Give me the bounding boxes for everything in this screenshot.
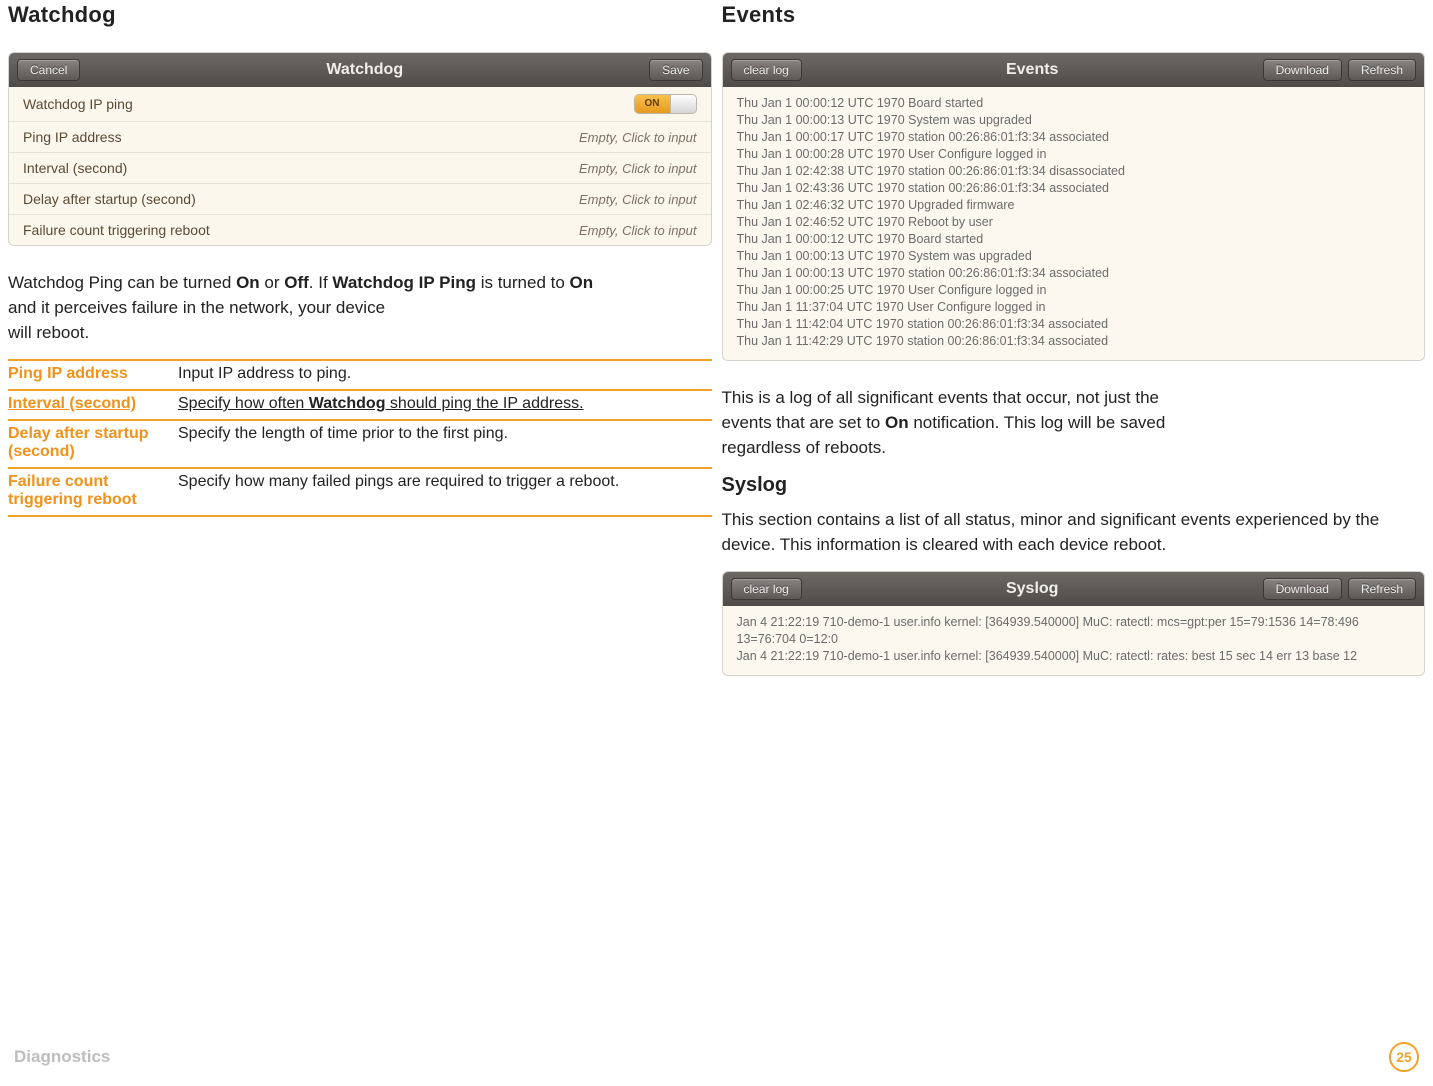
log-line: Thu Jan 1 02:43:36 UTC 1970 station 00:2… <box>737 180 1411 197</box>
description-value: Specify the length of time prior to the … <box>178 425 712 443</box>
syslog-description: This section contains a list of all stat… <box>722 507 1426 557</box>
setting-label: Ping IP address <box>23 129 122 145</box>
log-line: Thu Jan 1 02:46:52 UTC 1970 Reboot by us… <box>737 214 1411 231</box>
watchdog-field-table: Ping IP addressInput IP address to ping.… <box>8 359 712 517</box>
log-line: Thu Jan 1 00:00:25 UTC 1970 User Configu… <box>737 282 1411 299</box>
log-line: Jan 4 21:22:19 710-demo-1 user.info kern… <box>737 648 1411 665</box>
log-line: Thu Jan 1 00:00:13 UTC 1970 station 00:2… <box>737 265 1411 282</box>
download-button[interactable]: Download <box>1263 59 1342 81</box>
log-line: Jan 4 21:22:19 710-demo-1 user.info kern… <box>737 614 1411 648</box>
syslog-log: Jan 4 21:22:19 710-demo-1 user.info kern… <box>723 606 1425 675</box>
log-line: Thu Jan 1 00:00:13 UTC 1970 System was u… <box>737 248 1411 265</box>
setting-label: Delay after startup (second) <box>23 191 196 207</box>
panel-title-syslog: Syslog <box>802 580 1263 598</box>
refresh-button[interactable]: Refresh <box>1348 59 1416 81</box>
watchdog-panel: Cancel Watchdog Save Watchdog IP ping ON P… <box>8 52 712 246</box>
description-value: Input IP address to ping. <box>178 365 712 383</box>
setting-value[interactable]: Empty, Click to input <box>579 161 697 176</box>
page-number: 25 <box>1389 1042 1419 1072</box>
save-button[interactable]: Save <box>649 59 702 81</box>
log-line: Thu Jan 1 11:37:04 UTC 1970 User Configu… <box>737 299 1411 316</box>
panel-title-events: Events <box>802 61 1263 79</box>
description-key: Failure count triggering reboot <box>8 473 178 509</box>
panel-title-watchdog: Watchdog <box>80 61 649 79</box>
description-row: Interval (second)Specify how often Watch… <box>8 389 712 419</box>
log-line: Thu Jan 1 00:00:17 UTC 1970 station 00:2… <box>737 129 1411 146</box>
syslog-panel: clear log Syslog Download Refresh Jan 4 … <box>722 571 1426 676</box>
log-line: Thu Jan 1 11:42:29 UTC 1970 station 00:2… <box>737 333 1411 350</box>
events-panel: clear log Events Download Refresh Thu Ja… <box>722 52 1426 361</box>
clear-log-button[interactable]: clear log <box>731 59 802 81</box>
syslog-heading: Syslog <box>722 474 1426 497</box>
log-line: Thu Jan 1 02:42:38 UTC 1970 station 00:2… <box>737 163 1411 180</box>
log-line: Thu Jan 1 00:00:12 UTC 1970 Board starte… <box>737 95 1411 112</box>
footer-section: Diagnostics <box>14 1047 110 1067</box>
watchdog-setting-row[interactable]: Ping IP address Empty, Click to input <box>9 121 711 152</box>
events-heading: Events <box>722 2 1426 28</box>
log-line: Thu Jan 1 00:00:13 UTC 1970 System was u… <box>737 112 1411 129</box>
description-row: Delay after startup (second)Specify the … <box>8 419 712 467</box>
setting-value[interactable]: Empty, Click to input <box>579 192 697 207</box>
events-description: This is a log of all significant events … <box>722 385 1426 460</box>
watchdog-description: Watchdog Ping can be turned On or Off. I… <box>8 270 712 345</box>
description-value: Specify how often Watchdog should ping t… <box>178 395 712 413</box>
events-log: Thu Jan 1 00:00:12 UTC 1970 Board starte… <box>723 87 1425 360</box>
description-key: Ping IP address <box>8 365 178 383</box>
log-line: Thu Jan 1 00:00:12 UTC 1970 Board starte… <box>737 231 1411 248</box>
download-button-syslog[interactable]: Download <box>1263 578 1342 600</box>
log-line: Thu Jan 1 11:42:04 UTC 1970 station 00:2… <box>737 316 1411 333</box>
refresh-button-syslog[interactable]: Refresh <box>1348 578 1416 600</box>
setting-label: Interval (second) <box>23 160 127 176</box>
log-line: Thu Jan 1 02:46:32 UTC 1970 Upgraded fir… <box>737 197 1411 214</box>
description-row: Ping IP addressInput IP address to ping. <box>8 359 712 389</box>
description-key: Interval (second) <box>8 395 178 413</box>
clear-log-button-syslog[interactable]: clear log <box>731 578 802 600</box>
watchdog-setting-row[interactable]: Failure count triggering reboot Empty, Cl… <box>9 214 711 245</box>
watchdog-heading: Watchdog <box>8 2 712 28</box>
description-key: Delay after startup (second) <box>8 425 178 461</box>
setting-value[interactable]: Empty, Click to input <box>579 223 697 238</box>
setting-value[interactable]: Empty, Click to input <box>579 130 697 145</box>
watchdog-rows: Watchdog IP ping ON Ping IP address Empty, … <box>9 87 711 245</box>
setting-label: Failure count triggering reboot <box>23 222 210 238</box>
cancel-button[interactable]: Cancel <box>17 59 80 81</box>
watchdog-setting-row[interactable]: Watchdog IP ping ON <box>9 87 711 121</box>
setting-label: Watchdog IP ping <box>23 96 133 112</box>
watchdog-setting-row[interactable]: Interval (second) Empty, Click to input <box>9 152 711 183</box>
description-value: Specify how many failed pings are requir… <box>178 473 712 491</box>
description-row: Failure count triggering rebootSpecify h… <box>8 467 712 517</box>
watchdog-setting-row[interactable]: Delay after startup (second) Empty, Click… <box>9 183 711 214</box>
toggle-on[interactable]: ON <box>634 94 697 114</box>
log-line: Thu Jan 1 00:00:28 UTC 1970 User Configu… <box>737 146 1411 163</box>
